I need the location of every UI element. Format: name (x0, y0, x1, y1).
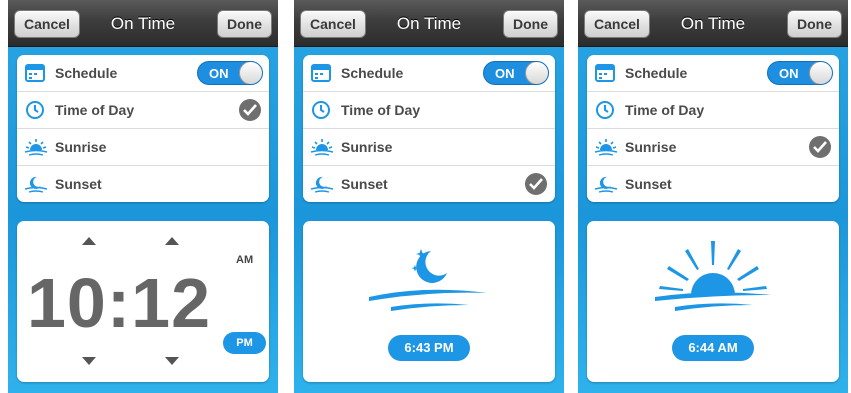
time-picker-panel: 10:12 AM PM (17, 221, 269, 382)
clock-icon (24, 99, 48, 121)
am-option[interactable]: AM (236, 254, 253, 266)
calendar-icon (310, 62, 334, 84)
sunset-time-button[interactable]: 6:43 PM (388, 335, 470, 361)
row-schedule[interactable]: Schedule ON (587, 55, 839, 92)
sunrise-icon (594, 136, 618, 158)
row-label-schedule: Schedule (625, 65, 688, 81)
done-button[interactable]: Done (787, 10, 842, 38)
row-sunrise[interactable]: Sunrise (17, 129, 269, 166)
screen-time-of-day: Cancel On Time Done Schedule ON Time of … (8, 0, 278, 393)
clock-icon (310, 99, 334, 121)
schedule-toggle[interactable]: ON (197, 61, 263, 85)
row-label-sunset: Sunset (341, 176, 388, 192)
schedule-options-list: Schedule ON Time of Day Sunrise Sunset (587, 55, 839, 202)
time-display: 10:12 (27, 264, 212, 342)
pm-option[interactable]: PM (223, 332, 266, 354)
hour-up-arrow-icon[interactable] (82, 237, 96, 245)
toggle-state-label: ON (209, 66, 229, 81)
toggle-state-label: ON (495, 66, 515, 81)
checkmark-icon (809, 136, 831, 158)
toggle-knob (809, 62, 832, 84)
row-label-sunrise: Sunrise (55, 139, 107, 155)
screen-sunrise: Cancel On Time Done Schedule ON Time of … (578, 0, 848, 393)
sunset-icon (24, 173, 48, 195)
row-label-time-of-day: Time of Day (341, 102, 421, 118)
row-label-schedule: Schedule (341, 65, 404, 81)
row-sunrise[interactable]: Sunrise (587, 129, 839, 166)
navigation-bar: Cancel On Time Done (8, 0, 278, 47)
navigation-bar: Cancel On Time Done (578, 0, 848, 47)
toggle-knob (239, 62, 262, 84)
sunrise-panel: 6:44 AM (587, 221, 839, 382)
row-sunset[interactable]: Sunset (587, 166, 839, 202)
minute-down-arrow-icon[interactable] (165, 357, 179, 365)
done-button[interactable]: Done (217, 10, 272, 38)
clock-icon (594, 99, 618, 121)
row-time-of-day[interactable]: Time of Day (17, 92, 269, 129)
checkmark-icon (525, 173, 547, 195)
toggle-knob (525, 62, 548, 84)
toggle-state-label: ON (779, 66, 799, 81)
row-schedule[interactable]: Schedule ON (303, 55, 555, 92)
moon-sunset-illustration-icon (369, 249, 487, 311)
calendar-icon (594, 62, 618, 84)
sunset-panel: 6:43 PM (303, 221, 555, 382)
sunset-icon (594, 173, 618, 195)
row-label-sunrise: Sunrise (341, 139, 393, 155)
schedule-toggle[interactable]: ON (483, 61, 549, 85)
minute-up-arrow-icon[interactable] (165, 237, 179, 245)
row-sunset[interactable]: Sunset (303, 166, 555, 202)
row-time-of-day[interactable]: Time of Day (303, 92, 555, 129)
done-button[interactable]: Done (503, 10, 558, 38)
sunrise-time-button[interactable]: 6:44 AM (672, 335, 754, 361)
row-sunrise[interactable]: Sunrise (303, 129, 555, 166)
row-sunset[interactable]: Sunset (17, 166, 269, 202)
row-schedule[interactable]: Schedule ON (17, 55, 269, 92)
sunrise-illustration-icon (655, 241, 771, 311)
schedule-toggle[interactable]: ON (767, 61, 833, 85)
calendar-icon (24, 62, 48, 84)
row-label-sunset: Sunset (55, 176, 102, 192)
row-label-sunset: Sunset (625, 176, 672, 192)
checkmark-icon (239, 99, 261, 121)
row-label-time-of-day: Time of Day (625, 102, 705, 118)
sunrise-icon (310, 136, 334, 158)
navigation-bar: Cancel On Time Done (294, 0, 564, 47)
schedule-options-list: Schedule ON Time of Day Sunrise Sunset (303, 55, 555, 202)
row-time-of-day[interactable]: Time of Day (587, 92, 839, 129)
sunrise-icon (24, 136, 48, 158)
sunset-icon (310, 173, 334, 195)
row-label-schedule: Schedule (55, 65, 118, 81)
row-label-sunrise: Sunrise (625, 139, 677, 155)
row-label-time-of-day: Time of Day (55, 102, 135, 118)
hour-down-arrow-icon[interactable] (82, 357, 96, 365)
screen-sunset: Cancel On Time Done Schedule ON Time of … (294, 0, 564, 393)
schedule-options-list: Schedule ON Time of Day Sunrise Sunset (17, 55, 269, 202)
